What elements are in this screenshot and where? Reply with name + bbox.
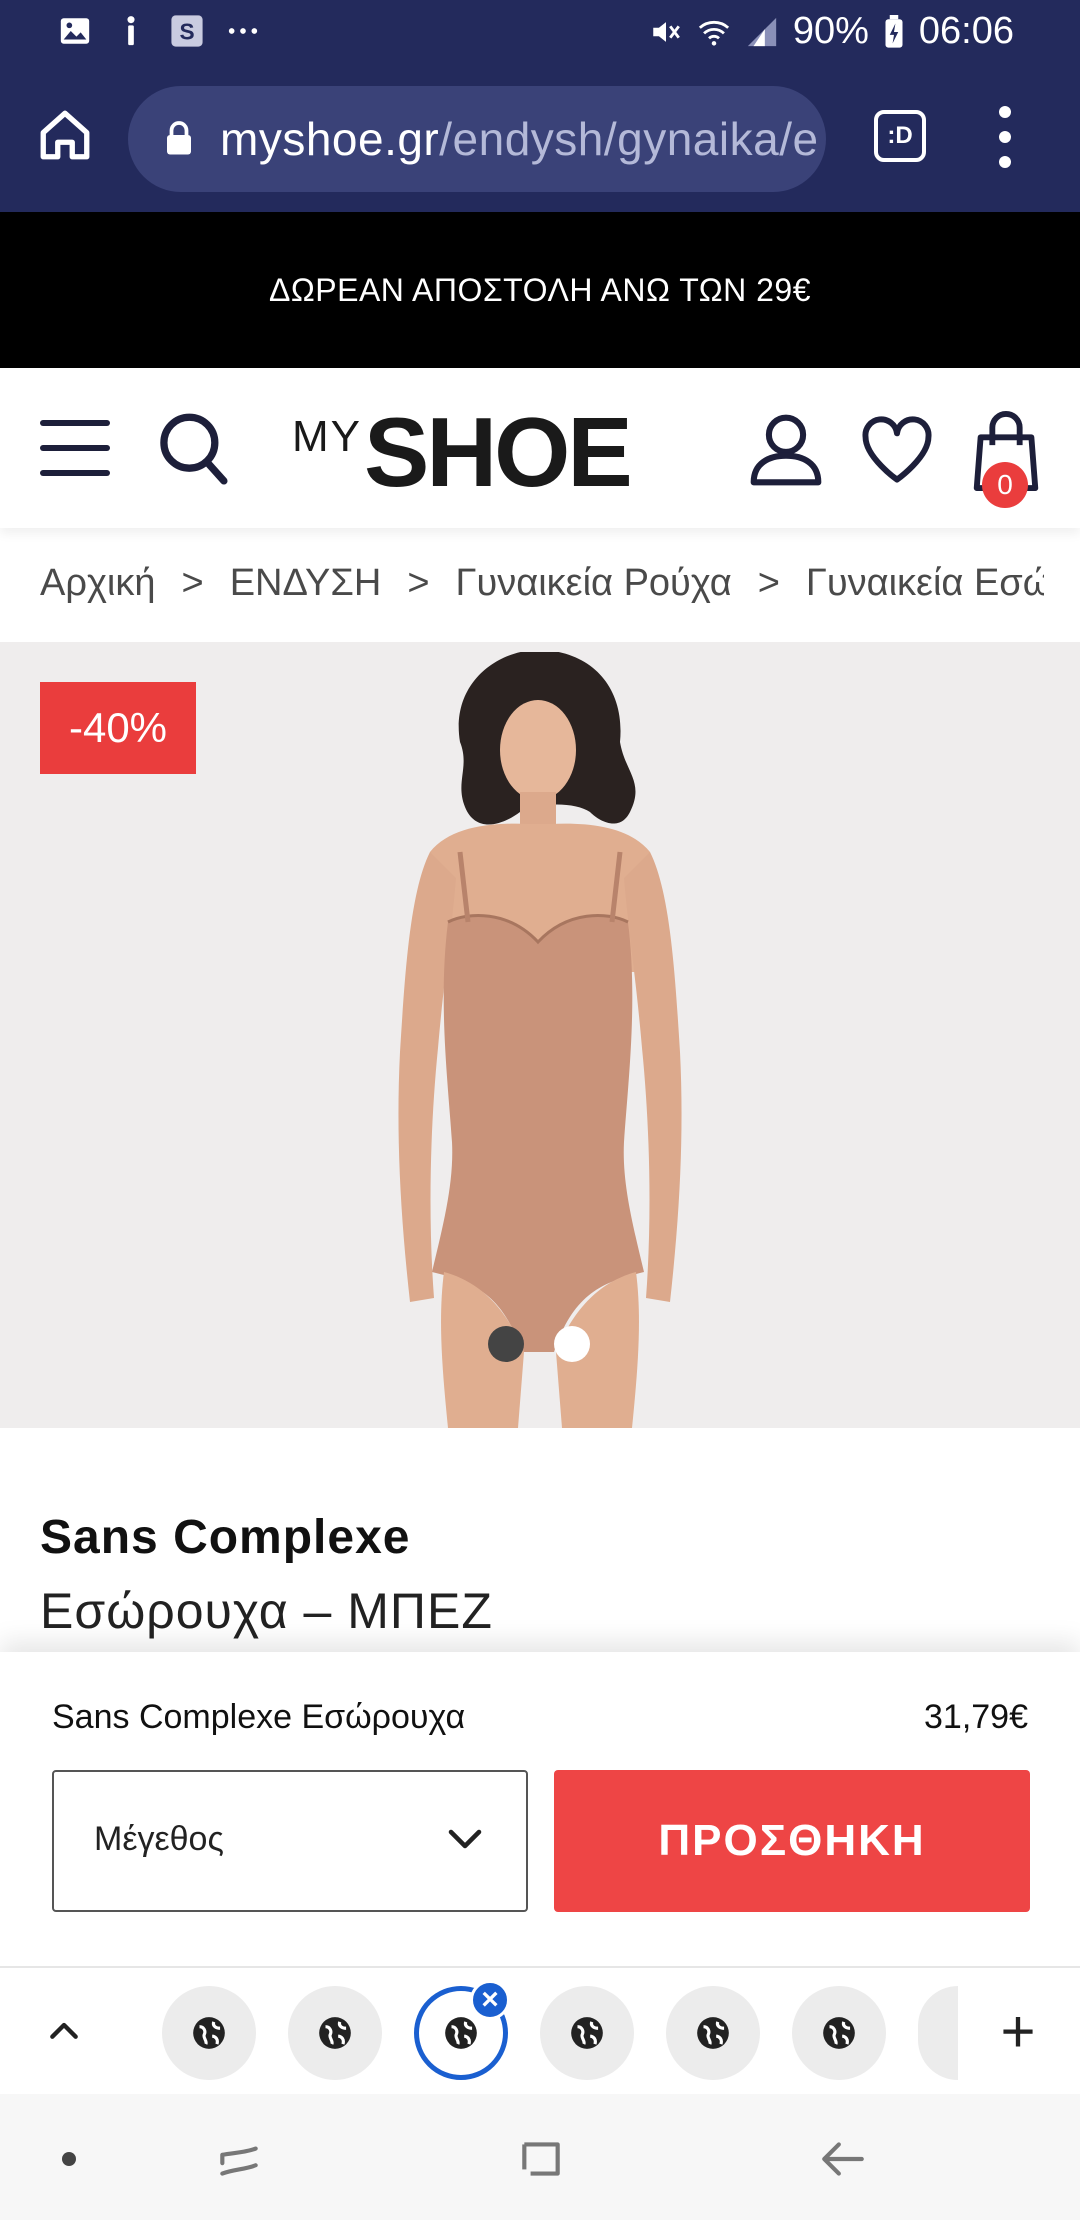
carousel-dots bbox=[488, 1326, 590, 1362]
browser-tab[interactable] bbox=[666, 1986, 760, 2080]
breadcrumb-clothing[interactable]: ΕΝΔΥΣΗ bbox=[230, 562, 382, 605]
product-name: Εσώρουχα – ΜΠΕΖ bbox=[40, 1583, 493, 1639]
browser-tab[interactable] bbox=[792, 1986, 886, 2080]
svg-text:S: S bbox=[179, 19, 194, 45]
browser-tab[interactable] bbox=[162, 1986, 256, 2080]
size-dropdown[interactable]: Μέγεθος bbox=[52, 1770, 528, 1912]
tab-switcher-button[interactable]: :D bbox=[874, 110, 926, 162]
recents-icon[interactable] bbox=[214, 2134, 264, 2184]
breadcrumb-separator: > bbox=[407, 562, 430, 604]
heart-icon[interactable] bbox=[860, 416, 934, 484]
promo-banner: ΔΩΡΕΑΝ ΑΠΟΣΤΟΛΗ ΑΝΩ ΤΩΝ 29€ bbox=[0, 212, 1080, 368]
wifi-icon bbox=[698, 20, 729, 46]
browser-toolbar: myshoe.gr/endysh/gynaika/e :D bbox=[0, 66, 1080, 212]
browser-tab[interactable] bbox=[288, 1986, 382, 2080]
url-domain: myshoe.gr bbox=[220, 113, 440, 165]
signal-icon bbox=[747, 17, 777, 46]
back-arrow-icon[interactable] bbox=[818, 2134, 868, 2184]
mute-icon bbox=[653, 21, 680, 42]
promo-text: ΔΩΡΕΑΝ ΑΠΟΣΤΟΛΗ ΑΝΩ ΤΩΝ 29€ bbox=[268, 271, 812, 308]
product-image-carousel[interactable]: -40% bbox=[0, 642, 1080, 1428]
battery-percent: 90% bbox=[792, 10, 869, 52]
new-tab-button[interactable]: + bbox=[996, 2002, 1040, 2062]
browser-tab-strip: × + bbox=[0, 1966, 1080, 2094]
discount-badge: -40% bbox=[40, 682, 196, 774]
system-nav-bar bbox=[0, 2094, 1080, 2220]
globe-icon bbox=[823, 2017, 855, 2049]
cart-count-badge: 0 bbox=[982, 462, 1028, 508]
nav-dot-indicator bbox=[62, 2152, 76, 2166]
carousel-dot-active[interactable] bbox=[488, 1326, 524, 1362]
url-path: /endysh/gynaika/e bbox=[439, 113, 819, 165]
menu-icon[interactable] bbox=[40, 420, 110, 476]
home-square-icon[interactable] bbox=[516, 2134, 566, 2184]
logo-shoe: SHOE bbox=[364, 397, 633, 507]
product-brand: Sans Complexe bbox=[40, 1511, 411, 1564]
close-tab-icon[interactable]: × bbox=[470, 1980, 510, 2020]
site-logo[interactable]: MY SHOE bbox=[292, 402, 652, 502]
s-app-icon: S bbox=[171, 15, 203, 47]
product-photo bbox=[398, 652, 682, 1428]
size-dropdown-label: Μέγεθος bbox=[94, 1820, 224, 1858]
more-icon bbox=[228, 28, 258, 34]
sticky-product-title: Sans Complexe Εσώρουχα bbox=[52, 1698, 466, 1736]
url-text: myshoe.gr/endysh/gynaika/e bbox=[220, 112, 819, 166]
breadcrumb-women-underwear[interactable]: Γυναικεία Εσώρουχα bbox=[806, 562, 1044, 605]
carousel-dot[interactable] bbox=[554, 1326, 590, 1362]
globe-icon bbox=[697, 2017, 729, 2049]
logo-my: MY bbox=[292, 412, 362, 461]
globe-icon bbox=[445, 2017, 477, 2049]
browser-menu-icon[interactable] bbox=[990, 106, 1020, 168]
site-header: MY SHOE 0 bbox=[0, 368, 1080, 528]
breadcrumb-home[interactable]: Αρχική bbox=[40, 562, 155, 605]
chevron-up-icon[interactable] bbox=[44, 2010, 84, 2050]
home-icon[interactable] bbox=[36, 106, 94, 164]
accessibility-icon bbox=[127, 16, 135, 46]
breadcrumb-separator: > bbox=[757, 562, 780, 604]
sticky-price: 31,79€ bbox=[924, 1698, 1028, 1736]
sticky-add-to-cart: Sans Complexe Εσώρουχα 31,79€ Μέγεθος ΠΡ… bbox=[0, 1652, 1080, 1966]
clock: 06:06 bbox=[918, 10, 1014, 52]
browser-tab-partial[interactable] bbox=[918, 1986, 958, 2080]
gallery-icon bbox=[60, 18, 90, 44]
status-bar: S 90% 06:06 bbox=[0, 0, 1080, 66]
globe-icon bbox=[319, 2017, 351, 2049]
browser-tab[interactable] bbox=[540, 1986, 634, 2080]
globe-icon bbox=[571, 2017, 603, 2049]
lock-icon bbox=[167, 121, 191, 155]
breadcrumb: Αρχική > ΕΝΔΥΣΗ > Γυναικεία Ρούχα > Γυνα… bbox=[0, 540, 1080, 640]
breadcrumb-women-clothing[interactable]: Γυναικεία Ρούχα bbox=[456, 562, 732, 605]
search-icon[interactable] bbox=[156, 410, 230, 490]
breadcrumb-separator: > bbox=[181, 562, 204, 604]
url-field[interactable]: myshoe.gr/endysh/gynaika/e bbox=[128, 86, 826, 192]
battery-icon bbox=[885, 14, 903, 48]
chevron-down-icon bbox=[448, 1829, 482, 1849]
globe-icon bbox=[193, 2017, 225, 2049]
user-icon[interactable] bbox=[748, 412, 824, 488]
add-to-cart-button[interactable]: ΠΡΟΣΘΗΚΗ bbox=[554, 1770, 1030, 1912]
